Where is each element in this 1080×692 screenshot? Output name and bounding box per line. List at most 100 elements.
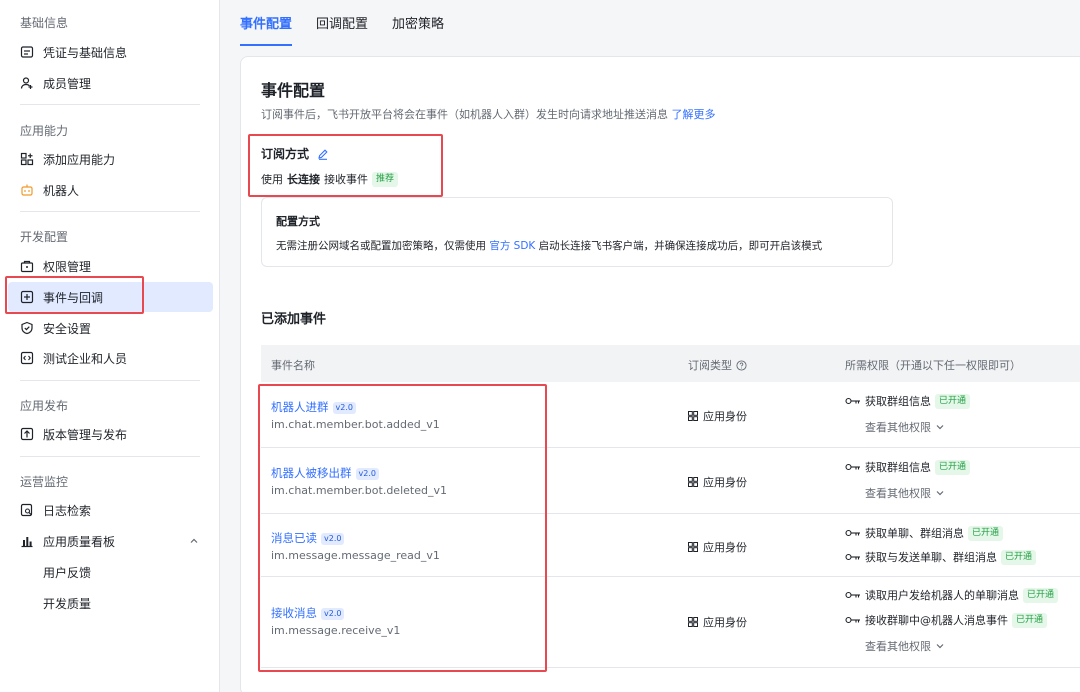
section-title: 应用能力 xyxy=(20,124,69,138)
event-name-label: 消息已读 xyxy=(271,531,317,545)
version-badge: v2.0 xyxy=(321,607,345,620)
sidebar-item-security[interactable]: 安全设置 xyxy=(8,313,213,343)
event-icon xyxy=(20,290,34,304)
section-title: 开发配置 xyxy=(20,230,69,244)
table-header: 事件名称 订阅类型 所需权限（开通以下任一权限即可） xyxy=(261,345,1080,382)
shield-icon xyxy=(20,321,34,335)
event-name[interactable]: 接收消息 v2.0 xyxy=(271,605,345,621)
key-icon xyxy=(845,616,860,624)
chevron-up-icon[interactable] xyxy=(189,536,199,546)
test-icon xyxy=(20,351,34,365)
permission-item: 接收群聊中@机器人消息事件 已开通 xyxy=(845,612,1048,628)
sidebar-item-permissions[interactable]: 权限管理 xyxy=(8,251,213,281)
subscription-type-label: 应用身份 xyxy=(703,616,747,629)
permission-label: 接收群聊中@机器人消息事件 xyxy=(865,614,1008,627)
enabled-badge: 已开通 xyxy=(1023,587,1059,603)
subscription-type-label: 应用身份 xyxy=(703,541,747,554)
sidebar-item-test-users[interactable]: 测试企业和人员 xyxy=(8,343,213,373)
chevron-down-icon xyxy=(936,644,944,649)
event-id: im.message.receive_v1 xyxy=(271,624,401,637)
column-header-type: 订阅类型 xyxy=(688,357,747,373)
enabled-badge: 已开通 xyxy=(968,525,1004,541)
table-row: 消息已读 v2.0 im.message.message_read_v1 应用身份… xyxy=(261,514,1080,577)
tab-callback-config[interactable]: 回调配置 xyxy=(316,0,368,46)
column-header-name: 事件名称 xyxy=(271,359,315,372)
learn-more-link[interactable]: 了解更多 xyxy=(672,108,716,121)
sidebar-item-log-search[interactable]: 日志检索 xyxy=(8,495,213,525)
sidebar-item-user-feedback[interactable]: 用户反馈 xyxy=(8,557,213,587)
app-identity-icon xyxy=(688,411,698,421)
method-suffix: 接收事件 xyxy=(324,173,368,186)
credential-icon xyxy=(20,45,34,59)
permission-label: 获取群组信息 xyxy=(865,395,931,408)
recommend-badge: 推荐 xyxy=(372,171,399,187)
sidebar-item-bot[interactable]: 机器人 xyxy=(8,175,213,205)
permission-label: 获取群组信息 xyxy=(865,461,931,474)
event-name-label: 接收消息 xyxy=(271,606,317,620)
permission-label: 获取与发送单聊、群组消息 xyxy=(865,551,997,564)
publish-icon xyxy=(20,427,34,441)
method-name: 长连接 xyxy=(287,173,320,186)
permission-item: 获取单聊、群组消息 已开通 xyxy=(845,525,1004,541)
sidebar-item-label: 凭证与基础信息 xyxy=(43,45,128,60)
member-icon xyxy=(20,76,34,90)
event-id: im.chat.member.bot.deleted_v1 xyxy=(271,484,447,497)
permission-label: 读取用户发给机器人的单聊消息 xyxy=(865,589,1019,602)
method-prefix: 使用 xyxy=(261,173,283,186)
chevron-down-icon xyxy=(936,425,944,430)
event-config-card: 事件配置 订阅事件后，飞书开放平台将会在事件（如机器人入群）发生时向请求地址推送… xyxy=(240,56,1080,692)
subscription-type: 应用身份 xyxy=(688,614,747,630)
event-name[interactable]: 机器人进群 v2.0 xyxy=(271,399,356,415)
permission-label: 获取单聊、群组消息 xyxy=(865,527,964,540)
page-description: 订阅事件后，飞书开放平台将会在事件（如机器人入群）发生时向请求地址推送消息 了解… xyxy=(261,106,716,122)
sidebar-item-label: 用户反馈 xyxy=(43,565,92,580)
section-title: 应用发布 xyxy=(20,399,69,413)
table-row: 接收消息 v2.0 im.message.receive_v1 应用身份 读取用户… xyxy=(261,577,1080,668)
key-icon xyxy=(845,553,860,561)
config-method-box: 配置方式 无需注册公网域名或配置加密策略，仅需使用 官方 SDK 启动长连接飞书… xyxy=(261,197,893,267)
sidebar-item-add-capability[interactable]: 添加应用能力 xyxy=(8,144,213,174)
permission-icon xyxy=(20,259,34,273)
tab-encryption[interactable]: 加密策略 xyxy=(392,0,444,46)
enabled-badge: 已开通 xyxy=(1001,549,1037,565)
view-more-permissions[interactable]: 查看其他权限 xyxy=(865,638,945,654)
help-icon[interactable] xyxy=(736,359,747,371)
subscription-method: 订阅方式 xyxy=(261,145,329,162)
sidebar-item-dev-quality[interactable]: 开发质量 xyxy=(8,588,213,618)
permission-item: 获取群组信息 已开通 xyxy=(845,393,971,409)
sidebar-item-credentials[interactable]: 凭证与基础信息 xyxy=(8,37,213,67)
event-name[interactable]: 消息已读 v2.0 xyxy=(271,530,345,546)
permission-item: 获取群组信息 已开通 xyxy=(845,459,971,475)
subscription-type-label: 应用身份 xyxy=(703,476,747,489)
divider xyxy=(20,104,200,105)
view-more-permissions[interactable]: 查看其他权限 xyxy=(865,485,945,501)
sidebar-item-members[interactable]: 成员管理 xyxy=(8,68,213,98)
sidebar-item-quality-board[interactable]: 应用质量看板 xyxy=(8,526,213,556)
sidebar-item-label: 添加应用能力 xyxy=(43,152,116,167)
sidebar-item-publish[interactable]: 版本管理与发布 xyxy=(8,419,213,449)
enabled-badge: 已开通 xyxy=(935,393,971,409)
view-more-permissions[interactable]: 查看其他权限 xyxy=(865,419,945,435)
sidebar: 基础信息 凭证与基础信息 成员管理 应用能力 添加应用能力 机器人 开发配置 权… xyxy=(0,0,220,692)
sidebar-item-events[interactable]: 事件与回调 xyxy=(8,282,213,312)
sdk-link[interactable]: 官方 SDK xyxy=(489,240,535,252)
enabled-badge: 已开通 xyxy=(935,459,971,475)
sidebar-item-label: 测试企业和人员 xyxy=(43,351,128,366)
added-events-title: 已添加事件 xyxy=(261,312,327,327)
view-more-label: 查看其他权限 xyxy=(865,640,931,653)
key-icon xyxy=(845,397,860,405)
section-title: 基础信息 xyxy=(20,16,69,30)
event-name-label: 机器人被移出群 xyxy=(271,466,352,480)
event-name[interactable]: 机器人被移出群 v2.0 xyxy=(271,465,379,481)
permission-item: 读取用户发给机器人的单聊消息 已开通 xyxy=(845,587,1059,603)
event-id: im.chat.member.bot.added_v1 xyxy=(271,418,440,431)
view-more-label: 查看其他权限 xyxy=(865,487,931,500)
config-method-title: 配置方式 xyxy=(276,215,320,228)
column-header-perm: 所需权限（开通以下任一权限即可） xyxy=(845,359,1021,372)
edit-icon[interactable] xyxy=(317,148,329,160)
config-desc-text: 无需注册公网域名或配置加密策略，仅需使用 xyxy=(276,240,486,252)
sidebar-item-label: 应用质量看板 xyxy=(43,534,116,549)
subscription-type: 应用身份 xyxy=(688,408,747,424)
tab-event-config[interactable]: 事件配置 xyxy=(240,0,293,46)
app-identity-icon xyxy=(688,542,698,552)
